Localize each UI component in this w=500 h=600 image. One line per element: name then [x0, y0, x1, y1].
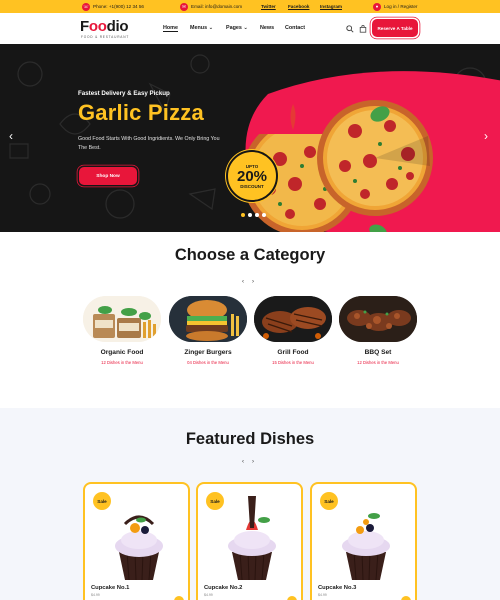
- facebook-link[interactable]: Facebook: [288, 0, 309, 13]
- email-text: Email: info@domain.com: [191, 4, 243, 9]
- logo-text-oo: oo: [88, 18, 107, 35]
- nav-home[interactable]: Home: [163, 25, 178, 32]
- dish-name[interactable]: Cupcake No.2: [204, 585, 242, 591]
- dish-price: $4.99: [204, 593, 213, 597]
- phone-text: Phone: +1(900) 12 34 56: [93, 4, 144, 9]
- hero-slider: Fastest Delivery & Easy Pickup Garlic Pi…: [0, 44, 500, 232]
- add-to-cart-icon[interactable]: [174, 596, 184, 600]
- logo-text-end: dio: [106, 18, 129, 35]
- nav-menus[interactable]: Menus ⌄: [190, 25, 213, 31]
- chevron-down-icon: ⌄: [243, 25, 248, 31]
- category-name[interactable]: Zinger Burgers: [169, 349, 247, 356]
- slider-dot[interactable]: [262, 213, 266, 217]
- discount-badge: UPTO 20% DISCOUNT: [226, 150, 278, 202]
- category-image-bbq[interactable]: [339, 296, 417, 342]
- phone-info: ☏ Phone: +1(900) 12 34 56: [82, 0, 144, 13]
- dish-name[interactable]: Cupcake No.1: [91, 585, 129, 591]
- cupcake-image: [115, 515, 163, 581]
- category-nav-arrows: ‹ ›: [242, 279, 254, 285]
- reserve-table-button[interactable]: Reserve A Table: [372, 19, 418, 37]
- logo-text-start: F: [80, 18, 89, 35]
- category-name[interactable]: Organic Food: [83, 349, 161, 356]
- user-icon: ●: [373, 2, 381, 11]
- search-icon[interactable]: [346, 25, 354, 33]
- slider-dot[interactable]: [248, 213, 252, 217]
- instagram-link[interactable]: Instagram: [320, 0, 342, 13]
- dish-name[interactable]: Cupcake No.3: [318, 585, 356, 591]
- add-to-cart-icon[interactable]: [401, 596, 411, 600]
- nav-news[interactable]: News: [260, 25, 274, 31]
- cart-icon[interactable]: [359, 25, 367, 33]
- cupcake-image: [342, 513, 390, 581]
- site-header: Foodio FOOD & RESTAURANT Home Menus ⌄ Pa…: [0, 13, 500, 44]
- category-name[interactable]: BBQ Set: [339, 349, 417, 356]
- twitter-link[interactable]: Twitter: [261, 0, 276, 13]
- category-count: 15 Dishes in the Menu: [272, 360, 314, 365]
- logo-subtitle: FOOD & RESTAURANT: [81, 35, 130, 39]
- chevron-left-icon[interactable]: ‹: [242, 279, 244, 285]
- nav-pages-label: Pages: [226, 25, 242, 31]
- login-link[interactable]: ● Log in / Register: [373, 0, 417, 13]
- email-info: ✉ Email: info@domain.com: [180, 0, 242, 13]
- basil-leaf-image: [370, 106, 390, 122]
- dish-card[interactable]: Sale Cupcake No.2 $4.99: [196, 482, 303, 600]
- category-image-burgers[interactable]: [169, 296, 247, 342]
- slider-dot[interactable]: [255, 213, 259, 217]
- chevron-down-icon: ⌄: [208, 25, 214, 31]
- featured-section-title: Featured Dishes: [185, 430, 315, 448]
- chevron-right-icon[interactable]: ›: [252, 459, 254, 465]
- basil-leaf-image: [369, 224, 387, 232]
- slider-next-arrow-icon[interactable]: ›: [484, 129, 488, 143]
- dish-card[interactable]: Sale Cupcake No.1 $4.99: [83, 482, 190, 600]
- chili-pepper-image: [290, 104, 296, 130]
- category-image-organic[interactable]: [83, 296, 161, 342]
- shop-now-button[interactable]: Shop Now: [79, 167, 137, 185]
- logo[interactable]: Foodio: [80, 18, 128, 35]
- category-image-grill[interactable]: [254, 296, 332, 342]
- nav-contact[interactable]: Contact: [285, 25, 305, 31]
- slider-prev-arrow-icon[interactable]: ‹: [9, 129, 13, 143]
- badge-bottom-text: DISCOUNT: [240, 183, 264, 189]
- cupcake-image: [228, 496, 276, 581]
- category-section-title: Choose a Category: [174, 246, 326, 264]
- login-text: Log in / Register: [384, 4, 418, 9]
- badge-value: 20%: [236, 167, 268, 185]
- category-count: 04 Dishes in the Menu: [187, 360, 229, 365]
- dish-price: $4.99: [91, 593, 100, 597]
- category-count: 12 Dishes in the Menu: [101, 360, 143, 365]
- dish-card[interactable]: Sale Cupcake No.3 $4.99: [310, 482, 417, 600]
- phone-icon: ☏: [82, 2, 90, 11]
- add-to-cart-icon[interactable]: [287, 596, 297, 600]
- hero-description: Good Food Starts With Good Ingridients. …: [78, 136, 220, 151]
- nav-pages[interactable]: Pages ⌄: [226, 25, 248, 31]
- hero-tagline: Fastest Delivery & Easy Pickup: [78, 90, 170, 97]
- chevron-right-icon[interactable]: ›: [252, 279, 254, 285]
- mail-icon: ✉: [180, 2, 188, 11]
- hero-title: Garlic Pizza: [78, 100, 204, 125]
- slider-dots: [241, 213, 266, 217]
- chevron-left-icon[interactable]: ‹: [242, 459, 244, 465]
- top-bar: ☏ Phone: +1(900) 12 34 56 ✉ Email: info@…: [0, 0, 500, 13]
- category-count: 12 Dishes in the Menu: [357, 360, 399, 365]
- featured-nav-arrows: ‹ ›: [242, 459, 254, 465]
- category-name[interactable]: Grill Food: [254, 349, 332, 356]
- slider-dot[interactable]: [241, 213, 245, 217]
- dish-price: $4.99: [318, 593, 327, 597]
- nav-menus-label: Menus: [190, 25, 208, 31]
